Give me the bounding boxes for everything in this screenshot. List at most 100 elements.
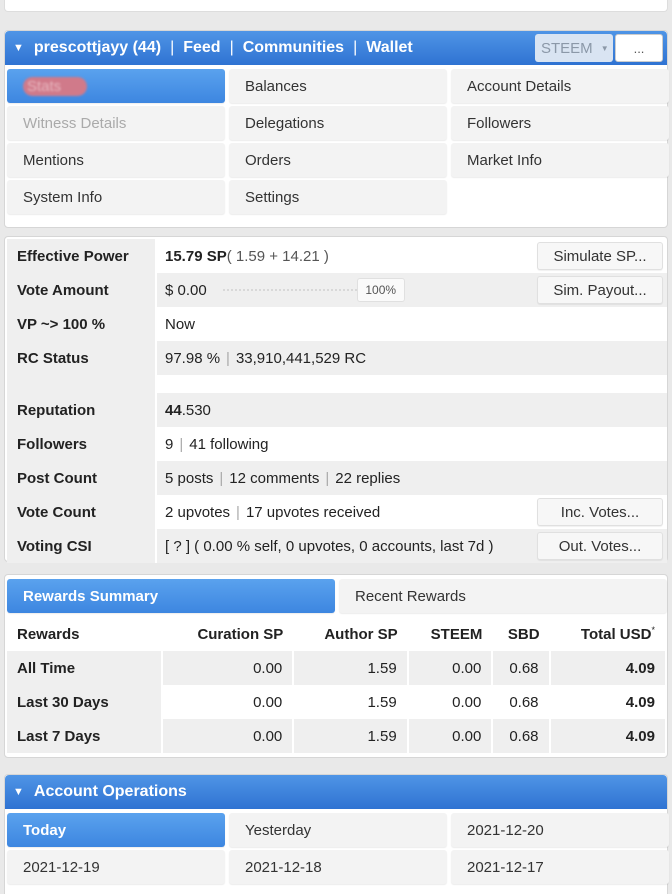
footnote-star: * [651, 625, 655, 635]
tab-rewards-summary[interactable]: Rewards Summary [7, 579, 335, 613]
stats-row-vp: VP ~> 100 % Now [7, 307, 667, 341]
effective-power-label: Effective Power [7, 239, 157, 273]
vote-weight-slider[interactable]: 100% [222, 278, 405, 302]
currency-select-value: STEEM [541, 39, 593, 57]
effective-power-breakdown: ( 1.59 + 14.21 ) [226, 247, 329, 265]
tab-orders[interactable]: Orders [229, 143, 447, 177]
vote-amount-usd: $ 0.00 [165, 281, 207, 299]
pipe-separator: | [179, 435, 184, 453]
sbd-cell: 0.68 [492, 651, 551, 685]
username-link[interactable]: prescottjayy (44) [34, 39, 161, 57]
voting-csi-value: [ ? ] ( 0.00 % self, 0 upvotes, 0 accoun… [157, 529, 667, 563]
currency-select[interactable]: STEEM ▼ [535, 34, 613, 62]
curation-cell: 0.00 [161, 685, 295, 719]
stats-row-effective-power: Effective Power 15.79 SP ( 1.59 + 14.21 … [7, 239, 667, 273]
steem-cell: 0.00 [407, 651, 494, 685]
table-row: All Time 0.00 1.59 0.00 0.68 4.09 [7, 651, 665, 685]
tab-2021-12-20[interactable]: 2021-12-20 [451, 813, 669, 847]
nav-communities[interactable]: Communities [243, 39, 344, 57]
sim-payout-button[interactable]: Sim. Payout... [537, 276, 663, 304]
collapse-triangle-icon[interactable]: ▼ [13, 42, 24, 54]
nav-separator: | [353, 39, 358, 56]
vp-label: VP ~> 100 % [7, 307, 157, 341]
vote-count-value: 2 upvotes | 17 upvotes received Inc. Votes… [157, 495, 667, 529]
spacer-label [7, 375, 157, 393]
nav-wallet[interactable]: Wallet [366, 39, 413, 57]
tab-delegations[interactable]: Delegations [229, 106, 447, 140]
nav-separator: | [229, 39, 234, 56]
operations-header-bar[interactable]: ▼ Account Operations [5, 775, 667, 809]
pipe-separator: | [236, 503, 240, 521]
replies-count: 22 replies [335, 469, 401, 487]
tab-recent-rewards[interactable]: Recent Rewards [339, 579, 667, 613]
tab-2021-12-18[interactable]: 2021-12-18 [229, 850, 447, 884]
col-total-usd-label: Total USD [580, 626, 652, 643]
pipe-separator: | [226, 349, 230, 367]
stats-row-vote-count: Vote Count 2 upvotes | 17 upvotes received… [7, 495, 667, 529]
upvotes-count: 2 upvotes [165, 503, 231, 521]
author-cell: 1.59 [293, 719, 409, 753]
tab-today[interactable]: Today [7, 813, 225, 847]
tab-system-info[interactable]: System Info [7, 180, 225, 214]
tab-2021-12-19[interactable]: 2021-12-19 [7, 850, 225, 884]
post-count-label: Post Count [7, 461, 157, 495]
stats-table: Effective Power 15.79 SP ( 1.59 + 14.21 … [5, 237, 667, 567]
stats-row-voting-csi: Voting CSI [ ? ] ( 0.00 % self, 0 upvote… [7, 529, 667, 563]
tab-stats[interactable]: Stats [7, 69, 225, 103]
col-curation-sp: Curation SP [197, 625, 284, 643]
tab-account-details[interactable]: Account Details [451, 69, 669, 103]
col-steem: STEEM [430, 625, 483, 643]
vp-value: Now [165, 315, 196, 333]
stats-row-post-count: Post Count 5 posts | 12 comments | 22 replie… [7, 461, 667, 495]
spacer-value [157, 375, 667, 393]
author-cell: 1.59 [293, 685, 409, 719]
pipe-separator: | [325, 469, 330, 487]
nav-feed[interactable]: Feed [183, 39, 220, 57]
tab-witness-details: Witness Details [7, 106, 225, 140]
account-panel: ▼ prescottjayy (44) | Feed | Communities… [4, 30, 669, 228]
period-cell: Last 30 Days [7, 685, 163, 719]
more-button[interactable]: ... [615, 34, 663, 62]
stats-spacer [7, 375, 667, 393]
rc-value: 97.98 % | 33,910,441,529 RC [157, 341, 667, 375]
col-total-usd: Total USD* [550, 617, 665, 651]
out-votes-button[interactable]: Out. Votes... [537, 532, 663, 560]
pipe-separator: | [219, 469, 224, 487]
stats-row-reputation: Reputation 44.530 [7, 393, 667, 427]
sbd-cell: 0.68 [492, 685, 551, 719]
voting-csi-label: Voting CSI [7, 529, 157, 563]
vote-count-label: Vote Count [7, 495, 157, 529]
inc-votes-button[interactable]: Inc. Votes... [537, 498, 663, 526]
following-count[interactable]: 41 following [189, 436, 268, 453]
post-count-value: 5 posts | 12 comments | 22 replies [157, 461, 667, 495]
steem-cell: 0.00 [407, 719, 494, 753]
nav-separator: | [170, 39, 175, 56]
table-row: Last 7 Days 0.00 1.59 0.00 0.68 4.09 [7, 719, 665, 753]
account-header-bar: ▼ prescottjayy (44) | Feed | Communities… [5, 31, 667, 65]
tab-2021-12-17[interactable]: 2021-12-17 [451, 850, 669, 884]
posts-count: 5 posts [165, 469, 214, 487]
rc-amount: 33,910,441,529 RC [235, 349, 367, 367]
tab-balances[interactable]: Balances [229, 69, 447, 103]
reputation-int: 44 [165, 401, 182, 419]
reputation-value: 44.530 [157, 393, 667, 427]
period-cell: All Time [7, 651, 163, 685]
reputation-dec: .530 [181, 401, 211, 419]
rewards-header-row: Rewards Curation SP Author SP STEEM SBD … [7, 617, 665, 651]
curation-cell: 0.00 [161, 651, 295, 685]
tab-settings[interactable]: Settings [229, 180, 447, 214]
slider-knob[interactable]: 100% [356, 278, 405, 302]
col-sbd: SBD [507, 625, 540, 643]
tab-market-info[interactable]: Market Info [451, 143, 669, 177]
rc-label: RC Status [7, 341, 157, 375]
tab-yesterday[interactable]: Yesterday [229, 813, 447, 847]
followers-count[interactable]: 9 [165, 436, 173, 453]
total-cell: 4.09 [549, 719, 665, 753]
tab-followers[interactable]: Followers [451, 106, 669, 140]
tab-mentions[interactable]: Mentions [7, 143, 225, 177]
collapse-triangle-icon[interactable]: ▼ [13, 786, 24, 798]
simulate-sp-button[interactable]: Simulate SP... [537, 242, 663, 270]
stats-row-vote-amount: Vote Amount $ 0.00 100% Sim. Payout... [7, 273, 667, 307]
effective-power-value: 15.79 SP ( 1.59 + 14.21 ) Simulate SP... [157, 239, 667, 273]
sbd-cell: 0.68 [492, 719, 551, 753]
